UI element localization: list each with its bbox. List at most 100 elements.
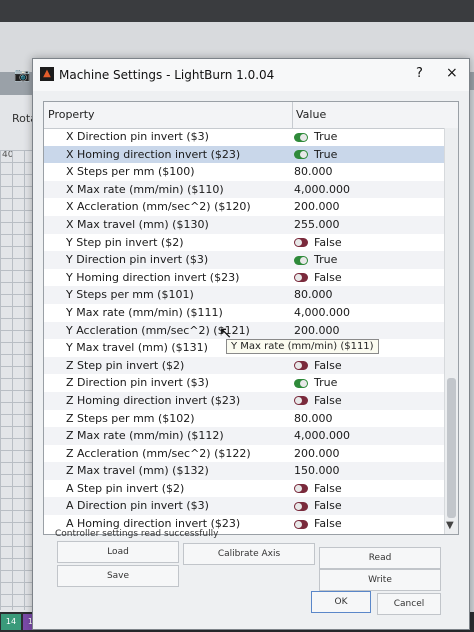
value-text: True — [314, 147, 338, 161]
value-cell[interactable]: False — [294, 236, 342, 249]
value-cell[interactable]: False — [294, 482, 342, 495]
table-row[interactable]: Y Accleration (mm/sec^2) ($121) 200.000 — [44, 321, 444, 340]
table-row[interactable]: Z Max travel (mm) ($132) 150.000 — [44, 462, 444, 480]
toggle-off-icon[interactable] — [294, 484, 308, 494]
value-text: True — [314, 253, 338, 267]
value-cell[interactable]: 255.000 — [294, 218, 340, 231]
value-text: 4,000.000 — [294, 305, 350, 319]
property-cell: Z Max rate (mm/min) ($112) — [66, 429, 224, 443]
camera-icon[interactable]: 📷 — [14, 68, 30, 84]
property-cell: Y Step pin invert ($2) — [66, 235, 184, 249]
help-button[interactable]: ? — [416, 66, 423, 81]
value-cell[interactable]: False — [294, 271, 342, 284]
value-cell[interactable]: True — [294, 130, 337, 143]
value-cell[interactable]: False — [294, 499, 342, 512]
property-cell: X Max travel (mm) ($130) — [66, 217, 209, 231]
value-text: False — [314, 481, 342, 495]
value-cell[interactable]: 4,000.000 — [294, 429, 350, 442]
value-cell[interactable]: 80.000 — [294, 165, 333, 178]
cancel-button[interactable]: Cancel — [377, 593, 441, 615]
table-row[interactable]: A Direction pin invert ($3) False — [44, 497, 444, 516]
read-button[interactable]: Read — [319, 547, 441, 569]
column-header-property[interactable]: Property — [48, 108, 95, 121]
ok-button[interactable]: OK — [311, 591, 371, 613]
toggle-on-icon[interactable] — [294, 255, 308, 265]
scroll-down-arrow-icon[interactable]: ▼ — [446, 520, 454, 531]
value-cell[interactable]: 80.000 — [294, 412, 333, 425]
table-scrollbar[interactable]: ▼ — [444, 128, 458, 534]
save-button[interactable]: Save — [57, 565, 179, 587]
value-text: 4,000.000 — [294, 182, 350, 196]
table-row[interactable]: Y Step pin invert ($2) False — [44, 234, 444, 252]
table-row[interactable]: X Homing direction invert ($23) True — [44, 145, 444, 164]
table-row[interactable]: X Max travel (mm) ($130) 255.000 — [44, 215, 444, 234]
column-header-value[interactable]: Value — [296, 108, 326, 121]
value-cell[interactable]: False — [294, 517, 342, 530]
table-row[interactable]: Z Step pin invert ($2) False — [44, 356, 444, 375]
table-row[interactable]: Y Steps per mm ($101) 80.000 — [44, 286, 444, 304]
value-cell[interactable]: 4,000.000 — [294, 183, 350, 196]
toggle-off-icon[interactable] — [294, 361, 308, 371]
property-cell: Y Homing direction invert ($23) — [66, 270, 240, 284]
value-text: 80.000 — [294, 165, 333, 179]
toggle-off-icon[interactable] — [294, 396, 308, 406]
toggle-off-icon[interactable] — [294, 519, 308, 529]
value-text: False — [314, 517, 342, 531]
toggle-off-icon[interactable] — [294, 238, 308, 248]
value-text: 200.000 — [294, 446, 340, 460]
toggle-off-icon[interactable] — [294, 273, 308, 283]
toggle-on-icon[interactable] — [294, 378, 308, 388]
value-text: 200.000 — [294, 323, 340, 337]
value-cell[interactable]: 4,000.000 — [294, 306, 350, 319]
value-cell[interactable]: True — [294, 148, 337, 161]
value-cell[interactable]: 200.000 — [294, 200, 340, 213]
property-cell: Y Steps per mm ($101) — [66, 288, 194, 302]
value-cell[interactable]: 200.000 — [294, 447, 340, 460]
value-cell[interactable]: 150.000 — [294, 464, 340, 477]
table-row[interactable]: X Steps per mm ($100) 80.000 — [44, 163, 444, 181]
value-cell[interactable]: 80.000 — [294, 288, 333, 301]
value-cell[interactable]: False — [294, 394, 342, 407]
table-row[interactable]: X Max rate (mm/min) ($110) 4,000.000 — [44, 180, 444, 199]
property-cell: Y Max rate (mm/min) ($111) — [66, 305, 223, 319]
property-cell: Z Max travel (mm) ($132) — [66, 464, 209, 478]
value-cell[interactable]: False — [294, 359, 342, 372]
value-cell[interactable]: 200.000 — [294, 324, 340, 337]
table-row[interactable]: Y Max rate (mm/min) ($111) 4,000.000 — [44, 304, 444, 322]
value-text: 4,000.000 — [294, 429, 350, 443]
value-cell[interactable]: True — [294, 253, 337, 266]
table-row[interactable]: X Direction pin invert ($3) True — [44, 128, 444, 146]
value-text: True — [314, 130, 338, 143]
property-cell: Y Direction pin invert ($3) — [66, 253, 209, 267]
table-rows: X Direction pin invert ($3) True X Homing … — [44, 128, 444, 533]
table-row[interactable]: Z Max rate (mm/min) ($112) 4,000.000 — [44, 427, 444, 445]
table-row[interactable]: Z Homing direction invert ($23) False — [44, 391, 444, 410]
property-cell: Z Step pin invert ($2) — [66, 358, 185, 372]
value-text: 150.000 — [294, 464, 340, 478]
toggle-on-icon[interactable] — [294, 132, 308, 142]
load-button[interactable]: Load — [57, 541, 179, 563]
table-row[interactable]: Z Direction pin invert ($3) True — [44, 374, 444, 392]
column-divider[interactable] — [292, 102, 293, 128]
toggle-off-icon[interactable] — [294, 501, 308, 511]
table-row[interactable]: Z Accleration (mm/sec^2) ($122) 200.000 — [44, 445, 444, 463]
close-button[interactable]: × — [446, 65, 458, 81]
property-cell: X Steps per mm ($100) — [66, 165, 195, 179]
property-tooltip: Y Max rate (mm/min) ($111) — [226, 339, 379, 354]
property-cell: X Accleration (mm/sec^2) ($120) — [66, 200, 251, 214]
table-row[interactable]: Z Steps per mm ($102) 80.000 — [44, 410, 444, 428]
table-row[interactable]: Y Direction pin invert ($3) True — [44, 251, 444, 269]
toggle-on-icon[interactable] — [294, 150, 308, 160]
scrollbar-thumb[interactable] — [447, 378, 456, 518]
value-text: 80.000 — [294, 411, 333, 425]
table-row[interactable]: X Accleration (mm/sec^2) ($120) 200.000 — [44, 198, 444, 216]
table-row[interactable]: Y Homing direction invert ($23) False — [44, 269, 444, 287]
value-cell[interactable]: True — [294, 376, 337, 389]
write-button[interactable]: Write — [319, 569, 441, 591]
calibrate-axis-button[interactable]: Calibrate Axis — [183, 543, 315, 565]
value-text: 200.000 — [294, 200, 340, 214]
layer-swatch[interactable]: 14 — [1, 614, 21, 630]
status-message: Controller settings read successfully — [55, 529, 219, 539]
property-cell: Z Steps per mm ($102) — [66, 411, 195, 425]
table-row[interactable]: A Step pin invert ($2) False — [44, 480, 444, 498]
